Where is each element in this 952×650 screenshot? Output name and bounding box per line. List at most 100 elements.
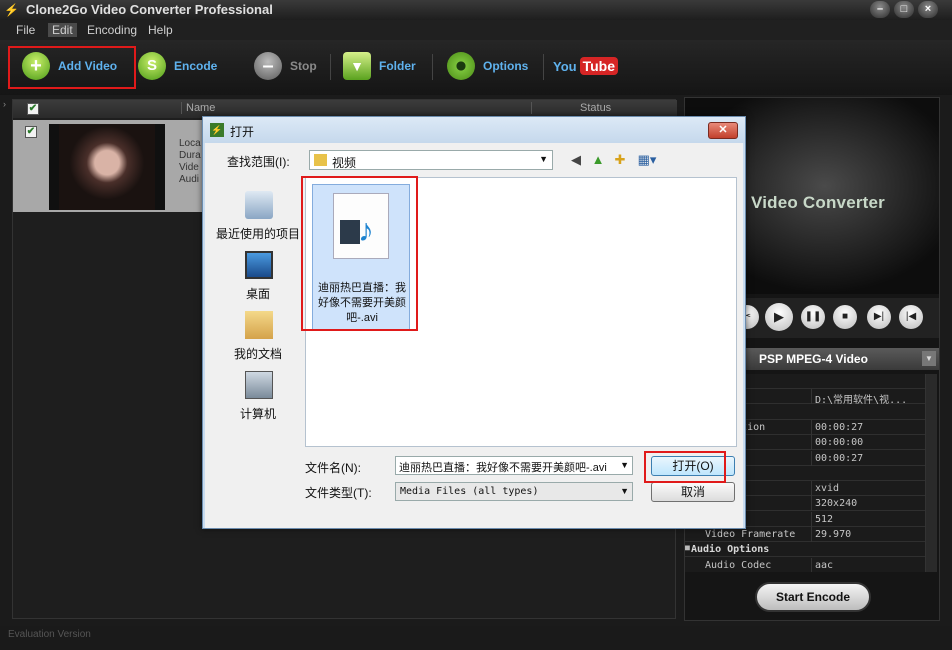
maximize-button[interactable]: □ <box>894 1 914 18</box>
toolbar-separator <box>432 54 433 80</box>
places-bar: 最近使用的项目 桌面 我的文档 计算机 <box>211 177 305 467</box>
chevron-down-icon[interactable]: ▼ <box>922 351 936 366</box>
meta-audio: Audi <box>179 174 200 185</box>
up-folder-icon[interactable]: ▲ <box>589 151 607 169</box>
stop-label: Stop <box>290 59 317 73</box>
collapse-icon[interactable]: ■ <box>685 543 690 552</box>
property-key: Audio Options <box>691 544 770 556</box>
next-icon[interactable]: ▶| <box>867 305 891 329</box>
folder-button[interactable]: ▼ Folder <box>343 49 416 83</box>
property-row: Video Framerate 29.970 <box>685 527 925 542</box>
close-button[interactable]: × <box>918 1 938 18</box>
play-icon[interactable]: ▶ <box>765 303 793 331</box>
menu-bar: File Edit Encoding Help <box>0 20 952 40</box>
encode-button[interactable]: S Encode <box>138 49 217 83</box>
start-encode-button[interactable]: Start Encode <box>755 582 871 612</box>
look-in-combo[interactable]: 视频 ▼ <box>309 150 553 170</box>
app-icon: ⚡ <box>4 3 19 17</box>
row-checkbox[interactable]: ✔ <box>25 126 37 138</box>
youtube-you-label: You <box>553 58 577 74</box>
encode-icon: S <box>138 52 166 80</box>
status-text: Evaluation Version <box>8 629 91 640</box>
place-documents-label: 我的文档 <box>233 347 282 361</box>
meta-video: Vide <box>179 162 199 173</box>
pause-icon[interactable]: ❚❚ <box>801 305 825 329</box>
recent-items-icon <box>245 191 273 219</box>
annotation-box-file <box>301 176 418 331</box>
property-row: Audio Codec aac <box>685 557 925 572</box>
back-icon[interactable]: ◀ <box>567 151 585 169</box>
filename-label: 文件名(N): <box>305 461 361 475</box>
status-bar: Evaluation Version <box>0 626 952 650</box>
property-value[interactable]: 512 <box>815 514 833 525</box>
new-folder-icon[interactable]: ✚ <box>611 151 629 169</box>
chevron-down-icon[interactable]: ▼ <box>620 486 629 496</box>
toolbar-separator <box>543 54 544 80</box>
app-title: Clone2Go Video Converter Professional <box>26 2 273 17</box>
filetype-value: Media Files (all types) <box>400 486 539 497</box>
place-desktop[interactable]: 桌面 <box>211 251 305 311</box>
toolbar-separator <box>330 54 331 80</box>
select-all-checkbox[interactable]: ✔ <box>27 103 39 115</box>
folder-label: Folder <box>379 59 416 73</box>
view-menu-icon[interactable]: ▦▾ <box>633 151 661 169</box>
meta-location: Loca <box>179 138 201 149</box>
menu-edit[interactable]: Edit <box>48 23 77 37</box>
title-bar: ⚡ Clone2Go Video Converter Professional … <box>0 0 952 20</box>
stop-icon: – <box>254 52 282 80</box>
property-value[interactable]: 00:00:27 <box>815 453 863 464</box>
minimize-button[interactable]: – <box>870 1 890 18</box>
filename-input[interactable]: 迪丽热巴直播：我好像不需要开美颜吧-.avi ▼ <box>395 456 633 475</box>
column-name[interactable]: Name <box>181 102 215 114</box>
property-value[interactable]: 00:00:00 <box>815 437 863 448</box>
previous-icon[interactable]: |◀ <box>899 305 923 329</box>
youtube-tube-label: Tube <box>579 57 618 75</box>
chevron-down-icon[interactable]: ▼ <box>539 154 548 164</box>
annotation-box-open <box>644 451 726 483</box>
column-status[interactable]: Status <box>531 102 661 114</box>
place-desktop-label: 桌面 <box>245 287 270 301</box>
place-computer-label: 计算机 <box>239 407 276 421</box>
property-value[interactable]: 320x240 <box>815 498 857 509</box>
documents-icon <box>245 311 273 339</box>
video-thumbnail <box>49 124 165 210</box>
property-value[interactable]: 29.970 <box>815 529 851 540</box>
properties-section[interactable]: Audio Options ■ <box>685 542 925 558</box>
place-recent[interactable]: 最近使用的项目 <box>211 191 305 251</box>
menu-help[interactable]: Help <box>148 23 173 37</box>
folder-icon <box>314 154 327 166</box>
encode-label: Encode <box>174 59 218 73</box>
folder-icon: ▼ <box>343 52 371 80</box>
place-computer[interactable]: 计算机 <box>211 371 305 431</box>
cancel-button[interactable]: 取消 <box>651 482 735 502</box>
dialog-title: 打开 <box>230 125 255 139</box>
properties-scrollbar[interactable] <box>925 374 937 572</box>
property-value[interactable]: xvid <box>815 483 839 494</box>
options-label: Options <box>483 59 529 73</box>
gear-icon <box>447 52 475 80</box>
property-key: Audio Codec <box>705 559 772 571</box>
preview-title: Video Converter <box>751 193 886 212</box>
menu-encoding[interactable]: Encoding <box>87 23 137 37</box>
dialog-close-button[interactable]: ✕ <box>708 122 738 139</box>
row-meta: Loca Dura Vide Audi <box>179 138 201 186</box>
look-in-value: 视频 <box>332 156 357 170</box>
app-window: ⚡ Clone2Go Video Converter Professional … <box>0 0 952 650</box>
desktop-icon <box>245 251 273 279</box>
stop-button[interactable]: – Stop <box>254 49 317 83</box>
youtube-button[interactable]: You Tube <box>553 49 618 83</box>
look-in-label: 查找范围(I): <box>227 155 290 169</box>
property-value[interactable]: 00:00:27 <box>815 422 863 433</box>
property-value[interactable]: aac <box>815 560 833 571</box>
chevron-down-icon[interactable]: ▼ <box>620 460 629 470</box>
collapse-arrow-icon[interactable]: › <box>3 99 11 115</box>
place-recent-label: 最近使用的项目 <box>215 227 300 241</box>
filetype-select[interactable]: Media Files (all types) ▼ <box>395 482 633 501</box>
menu-file[interactable]: File <box>16 23 35 37</box>
filetype-label: 文件类型(T): <box>305 486 372 500</box>
dialog-title-bar: ⚡ 打开 ✕ <box>203 117 745 143</box>
options-button[interactable]: Options <box>447 49 528 83</box>
meta-duration: Dura <box>179 150 201 161</box>
place-documents[interactable]: 我的文档 <box>211 311 305 371</box>
stop-icon[interactable]: ■ <box>833 305 857 329</box>
